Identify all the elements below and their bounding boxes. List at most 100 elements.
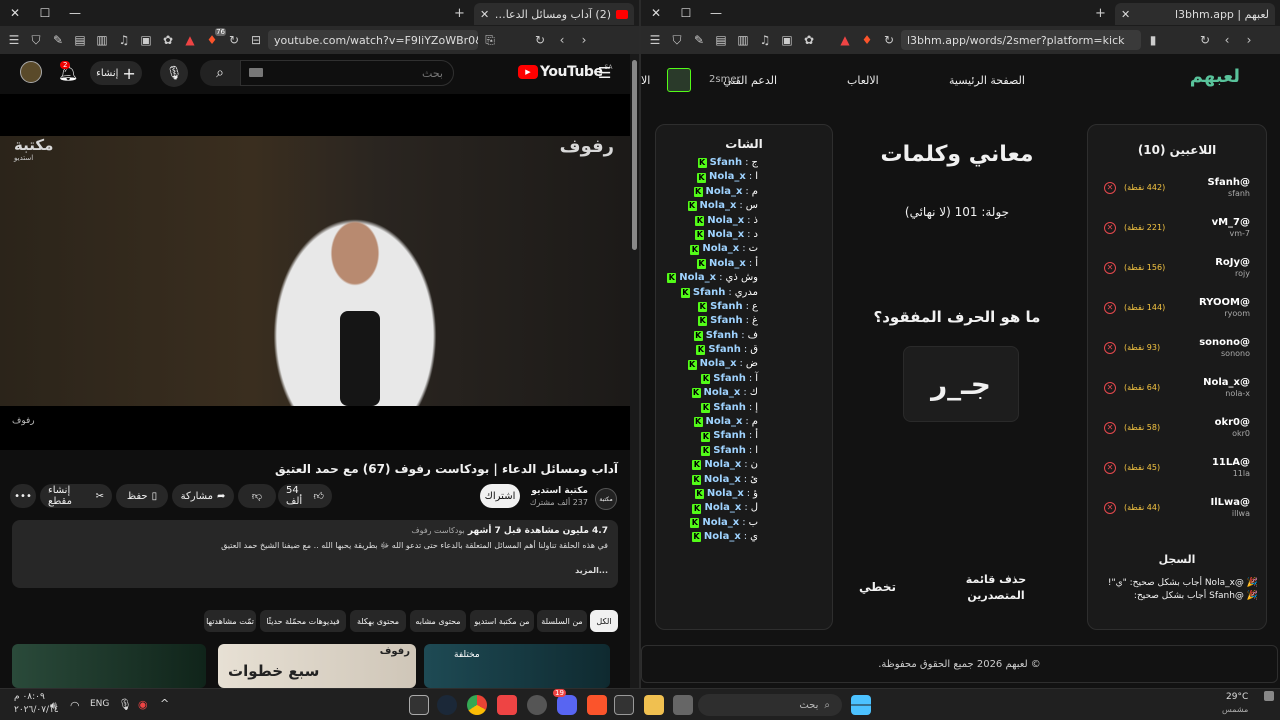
taskbar-search[interactable]: بحث ⌕: [698, 694, 842, 716]
chip-watched[interactable]: تمّت مشاهدتها: [204, 610, 256, 632]
puzzle-icon[interactable]: ✿: [799, 30, 819, 50]
remove-player-icon[interactable]: ✕: [1104, 422, 1116, 434]
video-description[interactable]: 4.7 مليون مشاهدة قبل 7 أشهر بودكاست رفوف…: [12, 520, 618, 588]
search-input[interactable]: بحث: [240, 60, 454, 86]
site-info-icon[interactable]: ⊟: [246, 30, 266, 50]
language-indicator[interactable]: ENG: [90, 699, 109, 709]
maximize-window-icon[interactable]: ☐: [30, 6, 60, 20]
share-page-icon[interactable]: ↻: [879, 30, 899, 50]
remove-player-icon[interactable]: ✕: [1104, 182, 1116, 194]
chip-recent[interactable]: فيديوهات محمّلة حديثًا: [260, 610, 346, 632]
minimize-window-icon[interactable]: —: [701, 6, 731, 20]
start-icon[interactable]: [851, 695, 871, 715]
page-scrollbar[interactable]: [630, 54, 639, 688]
guide-menu-icon[interactable]: ☰: [598, 64, 611, 82]
chip-channel[interactable]: من مكتبة استديو: [470, 610, 534, 632]
remove-player-icon[interactable]: ✕: [1104, 222, 1116, 234]
nav-games[interactable]: الالعاب: [847, 74, 879, 87]
close-window-icon[interactable]: ✕: [0, 6, 30, 20]
subscribe-button[interactable]: اشتراك: [480, 484, 520, 508]
reload-icon[interactable]: ↻: [530, 30, 550, 50]
music-icon[interactable]: ♫: [755, 30, 775, 50]
menu-icon[interactable]: ☰: [645, 30, 665, 50]
file-explorer-icon[interactable]: [644, 695, 664, 715]
extension-icon[interactable]: ✎: [48, 30, 68, 50]
back-icon[interactable]: ‹: [552, 30, 572, 50]
minimize-window-icon[interactable]: —: [60, 6, 90, 20]
clip-button[interactable]: إنشاء مقطع ✂: [40, 484, 112, 508]
site-logo[interactable]: لعبهم: [1190, 66, 1240, 87]
weather-temp[interactable]: 29°C: [1226, 692, 1248, 702]
menu-icon[interactable]: ☰: [4, 30, 24, 50]
wallet-icon[interactable]: ▤: [70, 30, 90, 50]
video-player[interactable]: مكتبة استديو رفوف رفوف: [0, 94, 630, 450]
bookmark-icon[interactable]: ⎘: [480, 30, 500, 50]
save-button[interactable]: حفظ ▯: [116, 484, 168, 508]
reload-icon[interactable]: ↻: [1195, 30, 1215, 50]
remove-player-icon[interactable]: ✕: [1104, 342, 1116, 354]
steam-icon[interactable]: [437, 695, 457, 715]
task-view-icon[interactable]: [673, 695, 693, 715]
clear-leaderboard-button[interactable]: حذف قائمة المتصدرين: [961, 572, 1031, 604]
clock-time[interactable]: ٠٨:٠٩ م: [14, 692, 45, 702]
music-icon[interactable]: ♫: [114, 30, 134, 50]
weather-icon[interactable]: [1264, 691, 1274, 701]
remove-player-icon[interactable]: ✕: [1104, 302, 1116, 314]
shield-icon[interactable]: ⛉: [26, 30, 46, 50]
close-window-icon[interactable]: ✕: [641, 6, 671, 20]
chrome-icon[interactable]: [467, 695, 487, 715]
thumbnail-1[interactable]: مختلفة: [424, 644, 610, 688]
aurora-icon[interactable]: ▲: [835, 30, 855, 50]
bookmark-icon[interactable]: ▮: [1143, 30, 1163, 50]
wifi-icon[interactable]: ◠: [70, 699, 80, 712]
forward-icon[interactable]: ›: [1239, 30, 1259, 50]
tab-l3bhm[interactable]: ✕ لعبهم | l3bhm.app: [1115, 3, 1275, 25]
left-url-bar[interactable]: youtube.com/watch?v=F9IiYZoWBr0&t=3...: [268, 30, 478, 50]
sidebar-icon[interactable]: ▥: [92, 30, 112, 50]
brave-shield-icon[interactable]: ♦ 76: [202, 28, 226, 50]
keyboard-icon[interactable]: [249, 68, 263, 77]
share-page-icon[interactable]: ↻: [224, 30, 244, 50]
chip-all[interactable]: الكل: [590, 610, 618, 632]
chip-similar[interactable]: محتوى مشابه: [410, 610, 466, 632]
forward-icon[interactable]: ›: [574, 30, 594, 50]
puzzle-icon[interactable]: ✿: [158, 30, 178, 50]
new-tab-icon[interactable]: +: [1095, 6, 1106, 21]
tab-close-icon[interactable]: ✕: [480, 8, 489, 21]
user-avatar[interactable]: [667, 68, 691, 92]
back-icon[interactable]: ‹: [1217, 30, 1237, 50]
show-more-link[interactable]: ...المزيد: [22, 566, 608, 575]
channel-info[interactable]: مكتبة استديو 237 ألف مشترك: [530, 486, 588, 507]
more-actions-button[interactable]: •••: [10, 484, 36, 508]
brave-icon[interactable]: [587, 695, 607, 715]
shield-icon[interactable]: ⛉: [667, 30, 687, 50]
nav-home[interactable]: الصفحة الرئيسية: [949, 74, 1025, 87]
app-red-icon[interactable]: [497, 695, 517, 715]
aurora-icon[interactable]: ▲: [180, 30, 200, 50]
scrollbar-thumb[interactable]: [632, 60, 637, 250]
dislike-button[interactable]: 👎︎: [238, 484, 276, 508]
voice-search-icon[interactable]: 🎙︎: [160, 59, 188, 87]
thumbnail-3[interactable]: [12, 644, 206, 688]
thumbnail-2[interactable]: سبع خطوات رفوف: [218, 644, 416, 688]
nav-cut-item[interactable]: الا: [641, 74, 650, 87]
discord-icon[interactable]: 19: [553, 689, 577, 715]
remove-player-icon[interactable]: ✕: [1104, 502, 1116, 514]
remove-player-icon[interactable]: ✕: [1104, 262, 1116, 274]
new-tab-icon[interactable]: +: [454, 6, 465, 21]
tab-close-icon[interactable]: ✕: [1121, 8, 1130, 21]
remove-player-icon[interactable]: ✕: [1104, 462, 1116, 474]
right-url-bar[interactable]: l3bhm.app/words/2smer?platform=kick: [901, 30, 1141, 50]
avatar[interactable]: [20, 61, 42, 83]
tab-youtube[interactable]: ✕ (2) آداب ومسائل الدعاء | بودكا...: [474, 3, 634, 25]
maximize-window-icon[interactable]: ☐: [671, 6, 701, 20]
share-button[interactable]: مشاركة ➦: [172, 484, 234, 508]
brave-shield-icon[interactable]: ♦: [857, 30, 877, 50]
notifications-bell-icon[interactable]: 🔔︎ 2: [58, 61, 78, 82]
chip-series[interactable]: من السلسلة: [537, 610, 587, 632]
show-hidden-icons[interactable]: ^: [160, 697, 169, 710]
tray-app-icon[interactable]: ◉: [138, 698, 148, 711]
volume-icon[interactable]: 🔊︎: [50, 699, 57, 713]
chip-content[interactable]: محتوى بهكلة: [350, 610, 406, 632]
wallet-icon[interactable]: ▤: [711, 30, 731, 50]
